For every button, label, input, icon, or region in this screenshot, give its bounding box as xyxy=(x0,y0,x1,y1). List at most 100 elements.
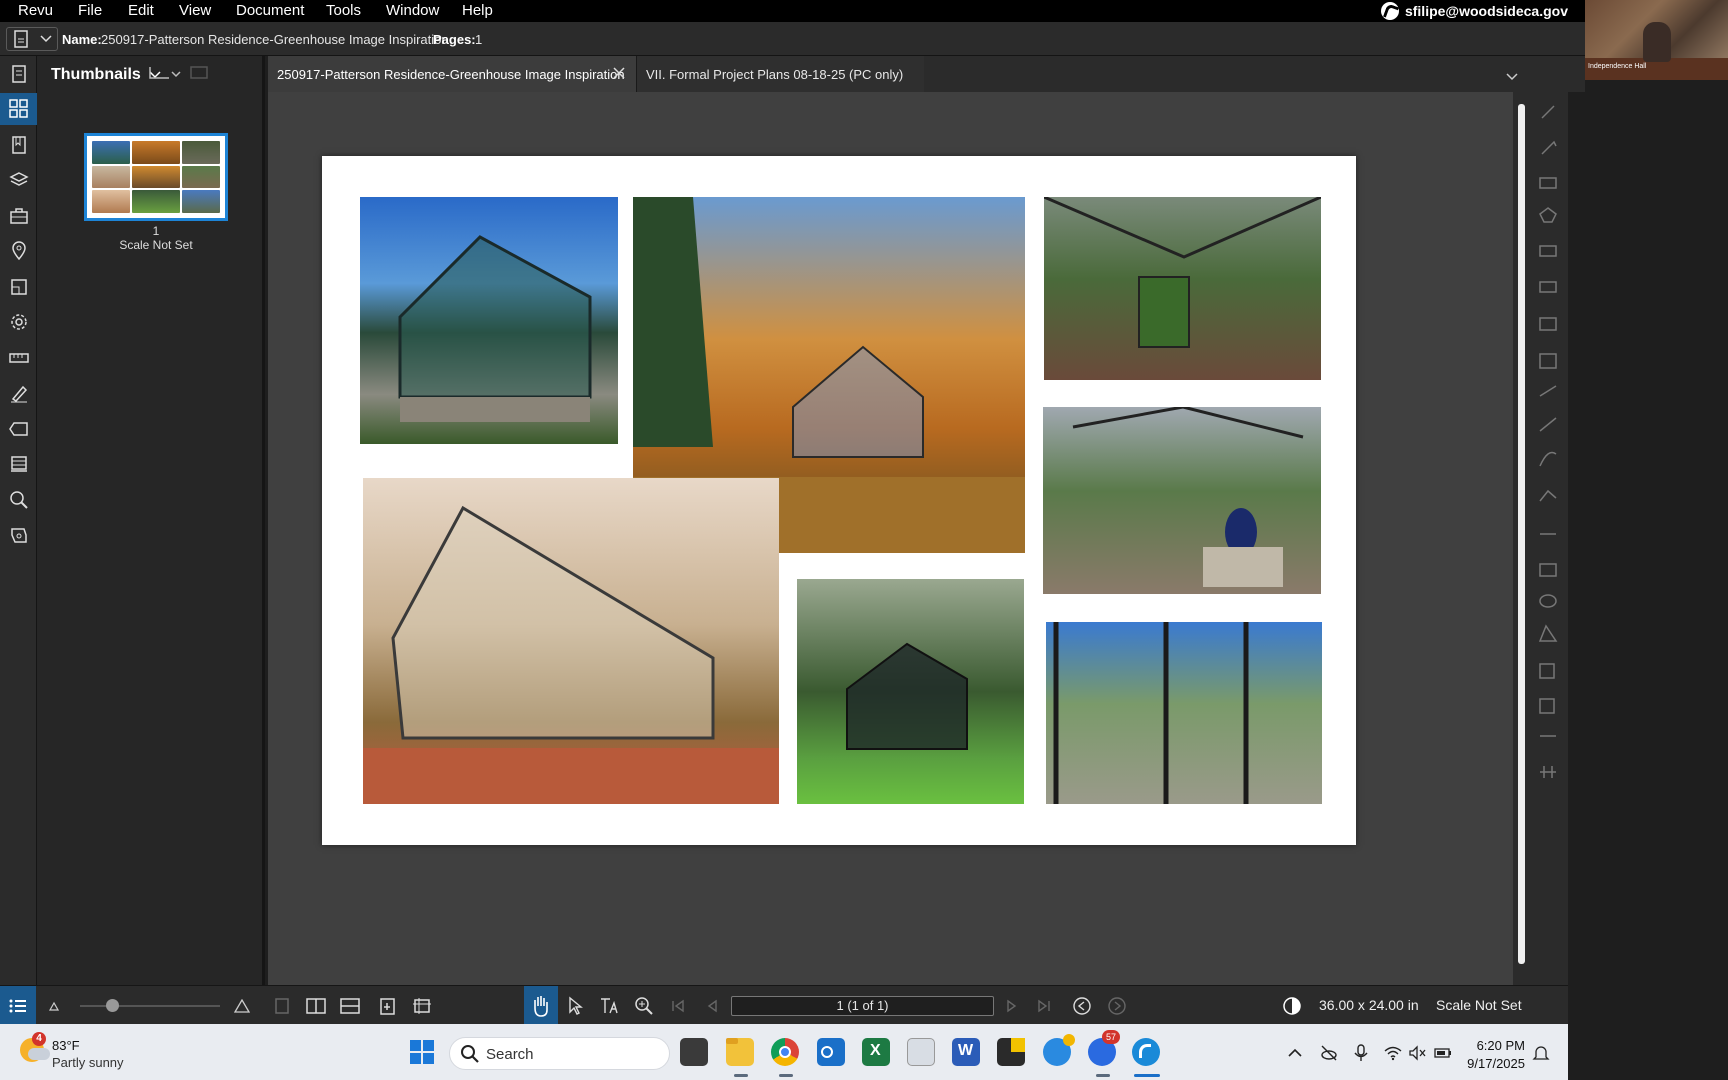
menu-bar: Revu File Edit View Document Tools Windo… xyxy=(0,0,1728,22)
scale-status[interactable]: Scale Not Set xyxy=(1436,997,1522,1013)
last-page-icon[interactable] xyxy=(1034,986,1054,1025)
menu-help[interactable]: Help xyxy=(462,2,493,19)
taskbar-date[interactable]: 9/17/2025 xyxy=(1460,1056,1525,1071)
snap-grid-icon[interactable] xyxy=(410,986,434,1025)
sticky-notes-icon[interactable] xyxy=(997,1038,1025,1066)
menu-tools[interactable]: Tools xyxy=(326,2,361,19)
tag-icon[interactable] xyxy=(0,413,37,445)
thumbnail-options-icon[interactable] xyxy=(189,64,209,87)
photo-greenhouse-doorway xyxy=(1046,622,1322,804)
show-hidden-icons-chevron-icon[interactable] xyxy=(1286,1044,1304,1062)
bookmarks-icon[interactable] xyxy=(0,129,37,161)
split-vertical-icon[interactable] xyxy=(304,986,328,1025)
menu-file[interactable]: File xyxy=(78,2,102,19)
webcam-overlay: Independence Hall xyxy=(1585,0,1728,80)
left-panel-rail xyxy=(0,56,37,1024)
page-number-field[interactable]: 1 (1 of 1) xyxy=(731,996,994,1016)
previous-page-icon[interactable] xyxy=(702,986,722,1025)
account-email: sfilipe@woodsideca.gov xyxy=(1404,3,1568,19)
photo-greenhouse-interior-pots xyxy=(1043,407,1321,594)
signatures-pen-icon[interactable] xyxy=(0,377,37,409)
document-tab-bar: 250917-Patterson Residence-Greenhouse Im… xyxy=(268,56,1585,92)
word-icon[interactable]: W xyxy=(952,1038,980,1066)
thumbnails-panel: Thumbnails 1 Scale Not Set xyxy=(37,56,265,1024)
close-icon[interactable] xyxy=(612,66,626,80)
stamp-icon[interactable] xyxy=(0,448,37,480)
single-page-icon[interactable] xyxy=(270,986,294,1025)
outlook-icon[interactable] xyxy=(817,1038,845,1066)
wifi-icon[interactable] xyxy=(1384,1044,1402,1062)
file-access-icon[interactable] xyxy=(0,58,37,90)
photo-glass-greenhouse-stone-base xyxy=(360,197,618,444)
menu-view[interactable]: View xyxy=(179,2,211,19)
page-thumbnail[interactable] xyxy=(84,133,228,221)
thumbnail-size-icon[interactable] xyxy=(149,64,181,87)
menu-revu[interactable]: Revu xyxy=(18,2,53,19)
thumbnail-page-number: 1 xyxy=(152,224,160,238)
weather-cloud-icon xyxy=(28,1048,50,1060)
next-page-icon[interactable] xyxy=(1002,986,1022,1025)
bluebeam-logo-icon xyxy=(1380,2,1399,20)
search-icon[interactable] xyxy=(0,484,37,516)
teams-help-icon[interactable] xyxy=(1043,1034,1075,1066)
first-page-icon[interactable] xyxy=(668,986,688,1025)
zoom-slider-knob[interactable] xyxy=(106,999,119,1012)
battery-icon[interactable] xyxy=(1434,1044,1452,1062)
right-markup-toolbar xyxy=(1530,56,1568,1024)
zoom-in-large-icon[interactable] xyxy=(232,986,252,1025)
taskbar-search-box[interactable]: Search xyxy=(449,1037,670,1070)
zoom-icon[interactable] xyxy=(632,986,656,1025)
studio-icon[interactable] xyxy=(0,519,37,551)
webcam-label: Independence Hall xyxy=(1588,63,1647,70)
chrome-icon[interactable] xyxy=(771,1038,799,1066)
thumbnails-title: Thumbnails xyxy=(51,66,141,83)
measurements-ruler-icon[interactable] xyxy=(0,342,37,374)
pdf-page[interactable] xyxy=(322,156,1356,845)
text-select-icon[interactable] xyxy=(596,986,620,1025)
sync-page-icon[interactable] xyxy=(376,986,400,1025)
list-view-icon[interactable] xyxy=(0,986,36,1025)
windows-taskbar: 4 83°F Partly sunny Search X W 57 6:20 P… xyxy=(0,1024,1568,1080)
account-menu[interactable]: sfilipe@woodsideca.gov xyxy=(1380,2,1568,20)
calculator-icon[interactable] xyxy=(907,1038,935,1066)
taskbar-clock[interactable]: 6:20 PM xyxy=(1460,1038,1525,1053)
zoom-app-icon[interactable]: 57 xyxy=(1088,1030,1120,1066)
next-view-icon[interactable] xyxy=(1105,986,1129,1025)
tab-list-chevron-icon[interactable] xyxy=(1506,68,1518,86)
file-explorer-icon[interactable] xyxy=(726,1038,754,1066)
places-icon[interactable] xyxy=(0,235,37,267)
notification-bell-icon[interactable] xyxy=(1532,1044,1550,1062)
pan-tool-button[interactable] xyxy=(524,986,558,1025)
menu-window[interactable]: Window xyxy=(386,2,439,19)
previous-view-icon[interactable] xyxy=(1070,986,1094,1025)
weather-alert-badge: 4 xyxy=(32,1032,46,1046)
select-arrow-icon[interactable] xyxy=(564,986,586,1025)
split-horizontal-icon[interactable] xyxy=(338,986,362,1025)
document-menu-button[interactable] xyxy=(6,27,58,51)
volume-muted-icon[interactable] xyxy=(1408,1044,1426,1062)
bottom-toolbar: 1 (1 of 1) 36.00 x 24.00 in Scale Not Se… xyxy=(0,985,1568,1025)
vertical-scrollbar[interactable] xyxy=(1513,92,1530,985)
thumbnails-header[interactable]: Thumbnails xyxy=(51,66,161,84)
thumbnail-zoom-slider[interactable] xyxy=(80,1005,220,1007)
doc-pages-value: 1 xyxy=(475,32,483,47)
spaces-icon[interactable] xyxy=(0,271,37,303)
menu-edit[interactable]: Edit xyxy=(128,2,154,19)
contrast-toggle-icon[interactable] xyxy=(1280,986,1304,1025)
notification-badge: 57 xyxy=(1102,1030,1120,1044)
task-view-icon[interactable] xyxy=(680,1038,708,1066)
tab-greenhouse-inspiration[interactable]: 250917-Patterson Residence-Greenhouse Im… xyxy=(268,56,636,92)
excel-icon[interactable]: X xyxy=(862,1038,890,1066)
windows-start-icon[interactable] xyxy=(408,1038,436,1066)
bluebeam-revu-icon[interactable] xyxy=(1132,1038,1160,1066)
thumbnails-icon[interactable] xyxy=(0,93,37,125)
zoom-out-small-icon[interactable] xyxy=(46,986,62,1025)
tab-formal-project-plans[interactable]: VII. Formal Project Plans 08-18-25 (PC o… xyxy=(636,56,924,92)
properties-gear-icon[interactable] xyxy=(0,306,37,338)
toolbox-icon[interactable] xyxy=(0,200,37,232)
onedrive-icon[interactable] xyxy=(1320,1044,1338,1062)
menu-document[interactable]: Document xyxy=(236,2,304,19)
layers-icon[interactable] xyxy=(0,164,37,196)
markup-tool-icons[interactable] xyxy=(1530,96,1568,816)
microphone-icon[interactable] xyxy=(1352,1044,1370,1062)
